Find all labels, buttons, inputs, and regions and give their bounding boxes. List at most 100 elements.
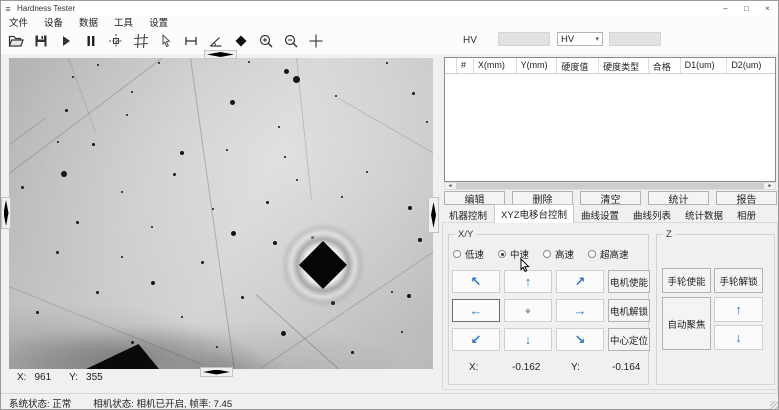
center-position-button[interactable]: 中心定位 xyxy=(608,328,650,351)
camera-status: 相机状态: 相机已开启, 帧率: 7.45 xyxy=(93,396,232,410)
move-up-left-button[interactable]: ↖ xyxy=(452,270,500,293)
col-d2-um[interactable]: D2(um) xyxy=(727,58,775,73)
scrollbar-thumb[interactable] xyxy=(456,183,764,189)
resize-grip-icon[interactable] xyxy=(770,401,778,409)
radio-low-speed[interactable]: 低速 xyxy=(453,247,484,261)
angle-measure-icon[interactable] xyxy=(207,32,225,50)
statistics-button[interactable]: 统计 xyxy=(648,191,709,205)
speck xyxy=(278,126,280,128)
scroll-right-icon[interactable]: ► xyxy=(765,183,775,189)
move-down-right-button[interactable]: ↘ xyxy=(556,328,604,351)
hv-value-input[interactable] xyxy=(498,32,550,46)
zoom-out-icon[interactable] xyxy=(282,32,300,50)
marker-diamond-icon xyxy=(4,200,9,226)
radio-circle-icon xyxy=(453,250,461,258)
hardness-type-combo[interactable]: HV ▾ xyxy=(557,32,603,46)
clear-button[interactable]: 清空 xyxy=(580,191,641,205)
indent-marker-icon[interactable] xyxy=(232,32,250,50)
crosshair-marker-top[interactable] xyxy=(204,50,237,59)
edit-button[interactable]: 编辑 xyxy=(444,191,505,205)
col-x-mm[interactable]: X(mm) xyxy=(474,58,517,73)
col-qualified[interactable]: 合格 xyxy=(649,58,681,73)
speck xyxy=(181,316,183,318)
minimize-button[interactable]: – xyxy=(715,1,736,16)
menu-tools[interactable]: 工具 xyxy=(106,16,141,28)
radio-circle-icon xyxy=(588,250,596,258)
autofocus-button[interactable]: 自动聚焦 xyxy=(662,297,711,350)
radio-circle-icon xyxy=(543,250,551,258)
tab-curve-list[interactable]: 曲线列表 xyxy=(626,206,678,223)
reticle-icon[interactable] xyxy=(107,32,125,50)
crosshair-marker-bottom[interactable] xyxy=(200,367,233,377)
speck xyxy=(351,351,354,354)
table-horizontal-scrollbar[interactable]: ◄ ► xyxy=(444,182,776,190)
maximize-button[interactable]: □ xyxy=(736,1,757,16)
scratch-line xyxy=(68,58,96,134)
play-icon[interactable] xyxy=(57,32,75,50)
crosshair-marker-right[interactable] xyxy=(428,197,439,233)
tab-statistics-data[interactable]: 统计数据 xyxy=(678,206,730,223)
menu-data[interactable]: 数据 xyxy=(71,16,106,28)
move-down-left-button[interactable]: ↙ xyxy=(452,328,500,351)
pause-icon[interactable] xyxy=(82,32,100,50)
speck xyxy=(386,62,388,64)
radio-high-speed[interactable]: 高速 xyxy=(543,247,574,261)
results-table[interactable]: # X(mm) Y(mm) 硬度值 硬度类型 合格 D1(um) D2(um) xyxy=(444,57,776,182)
speck xyxy=(241,296,244,299)
tab-album[interactable]: 相册 xyxy=(730,206,763,223)
menu-settings[interactable]: 设置 xyxy=(141,16,176,28)
speck xyxy=(273,241,277,245)
mouse-cursor xyxy=(520,258,530,277)
move-right-button[interactable]: → xyxy=(556,299,604,322)
center-button[interactable]: ◆ xyxy=(504,299,552,322)
delete-button[interactable]: 删除 xyxy=(512,191,573,205)
speck xyxy=(61,171,67,177)
hv-standard-input[interactable] xyxy=(609,32,661,46)
z-panel: Z 手轮使能 手轮解锁 自动聚焦 ↑ ↓ xyxy=(656,234,775,385)
speck xyxy=(226,149,228,151)
col-y-mm[interactable]: Y(mm) xyxy=(517,58,558,73)
open-icon[interactable] xyxy=(7,32,25,50)
speck xyxy=(418,238,422,242)
scroll-left-icon[interactable]: ◄ xyxy=(445,183,455,189)
scratch-line xyxy=(190,58,235,369)
move-down-button[interactable]: ↓ xyxy=(504,328,552,351)
move-up-right-button[interactable]: ↗ xyxy=(556,270,604,293)
marker-diamond-icon xyxy=(431,202,436,228)
tab-xyz-stage-control[interactable]: XYZ电移台控制 xyxy=(494,204,574,223)
move-left-button[interactable]: ← xyxy=(452,299,500,322)
report-button[interactable]: 报告 xyxy=(716,191,777,205)
menu-file[interactable]: 文件 xyxy=(1,16,36,28)
grid-icon[interactable] xyxy=(132,32,150,50)
z-up-button[interactable]: ↑ xyxy=(714,297,763,322)
crosshair-icon[interactable] xyxy=(307,32,325,50)
save-icon[interactable] xyxy=(32,32,50,50)
col-d1-um[interactable]: D1(um) xyxy=(681,58,728,73)
close-button[interactable]: × xyxy=(757,1,778,16)
speck xyxy=(180,151,184,155)
motor-enable-button[interactable]: 电机使能 xyxy=(608,270,650,293)
zoom-in-icon[interactable] xyxy=(257,32,275,50)
scratch-line xyxy=(9,118,46,145)
speck xyxy=(158,62,160,64)
speck xyxy=(36,311,39,314)
motor-unlock-button[interactable]: 电机解锁 xyxy=(608,299,650,322)
tab-machine-control[interactable]: 机器控制 xyxy=(442,206,494,223)
menu-device[interactable]: 设备 xyxy=(36,16,71,28)
handwheel-unlock-button[interactable]: 手轮解锁 xyxy=(714,268,763,293)
marker-diamond-icon xyxy=(207,52,234,57)
speck xyxy=(173,173,176,176)
col-hardness-type[interactable]: 硬度类型 xyxy=(599,58,649,73)
tab-curve-settings[interactable]: 曲线设置 xyxy=(574,206,626,223)
col-index[interactable]: # xyxy=(457,58,474,73)
table-header-row: # X(mm) Y(mm) 硬度值 硬度类型 合格 D1(um) D2(um) xyxy=(445,58,775,74)
radio-ultra-speed[interactable]: 超高速 xyxy=(588,247,629,261)
pointer-icon[interactable] xyxy=(157,32,175,50)
col-hardness-value[interactable]: 硬度值 xyxy=(557,58,599,73)
z-down-button[interactable]: ↓ xyxy=(714,325,763,350)
camera-image[interactable] xyxy=(9,58,433,369)
handwheel-enable-button[interactable]: 手轮使能 xyxy=(662,268,711,293)
width-measure-icon[interactable] xyxy=(182,32,200,50)
crosshair-marker-left[interactable] xyxy=(1,197,11,229)
left-arrow-icon: ← xyxy=(470,304,483,317)
